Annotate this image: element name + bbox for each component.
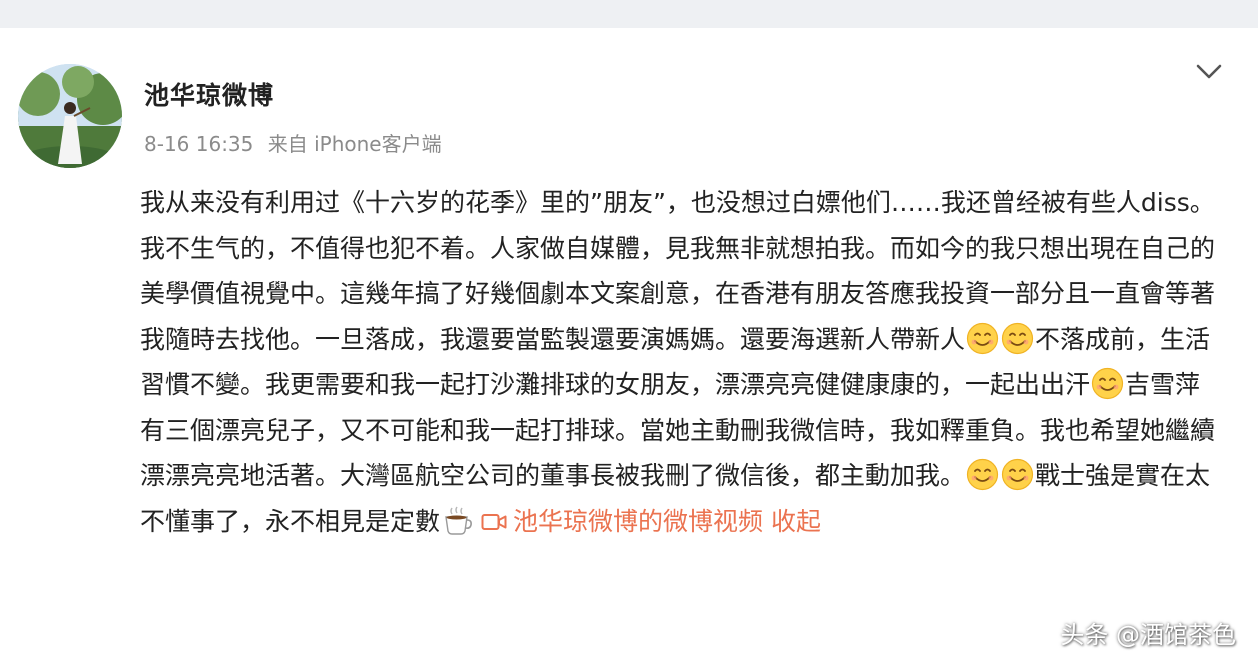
- smile-emoji-icon: [1001, 322, 1034, 355]
- post-meta: 8-16 16:35 来自 iPhone客户端: [144, 128, 442, 157]
- post-time[interactable]: 8-16 16:35: [144, 132, 253, 156]
- avatar[interactable]: [18, 64, 122, 168]
- weibo-post-card: 池华琼微博 8-16 16:35 来自 iPhone客户端 我从来没有利用过《十…: [0, 28, 1258, 664]
- smile-emoji-icon: [1001, 458, 1034, 491]
- post-source: 来自 iPhone客户端: [267, 132, 442, 156]
- smile-emoji-icon: [966, 322, 999, 355]
- collapse-link[interactable]: 收起: [771, 507, 821, 536]
- username[interactable]: 池华琼微博: [144, 76, 274, 112]
- video-camera-icon: [481, 513, 507, 530]
- watermark: 头条 @酒馆茶色: [1060, 621, 1236, 649]
- video-link[interactable]: 池华琼微博的微博视频: [513, 507, 763, 536]
- smile-emoji-icon: [966, 458, 999, 491]
- smile-emoji-icon: [1091, 367, 1124, 400]
- coffee-emoji-icon: [441, 504, 474, 537]
- chevron-down-icon[interactable]: [1194, 58, 1224, 84]
- post-content: 我从来没有利用过《十六岁的花季》里的”朋友”，也没想过白嫖他们……我还曾经被有些…: [140, 180, 1220, 544]
